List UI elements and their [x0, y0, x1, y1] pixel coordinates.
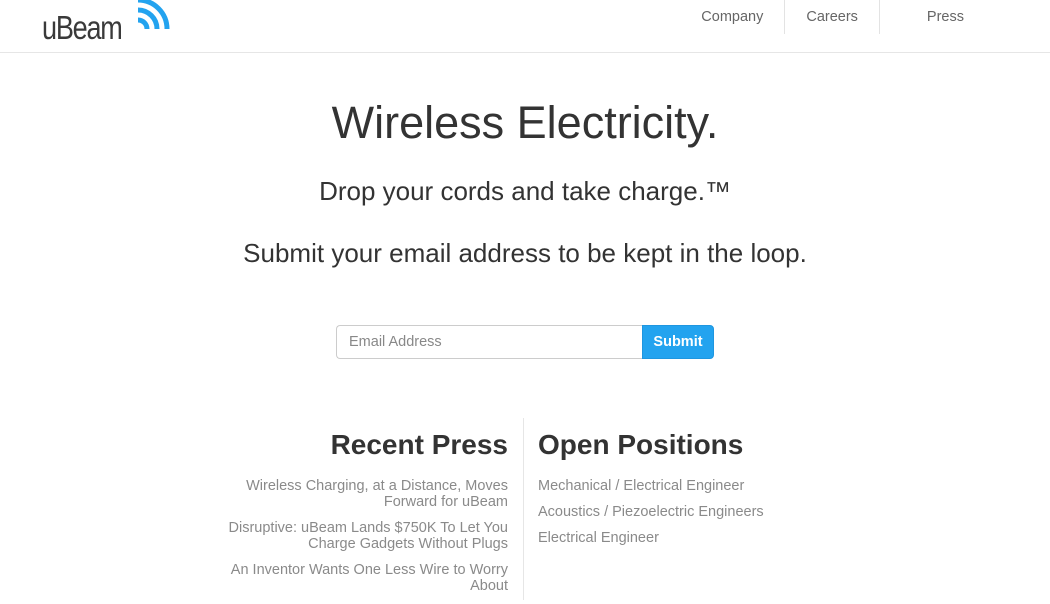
hero-title: Wireless Electricity.: [331, 97, 719, 148]
ubeam-logo[interactable]: uBeam: [42, 0, 182, 50]
position-link[interactable]: Mechanical / Electrical Engineer: [538, 478, 744, 494]
column-divider: [523, 418, 524, 600]
press-link[interactable]: An Inventor Wants One Less Wire to Worry…: [231, 562, 508, 594]
hero-subtitle: Submit your email address to be kept in …: [243, 238, 807, 268]
nav-company[interactable]: Company: [680, 0, 784, 34]
recent-press-section: Recent Press Wireless Charging, at a Dis…: [208, 426, 508, 604]
submit-button[interactable]: Submit: [642, 325, 714, 359]
open-positions-section: Open Positions Mechanical / Electrical E…: [538, 426, 858, 556]
press-link[interactable]: Wireless Charging, at a Distance, Moves …: [246, 478, 508, 510]
hero-tagline: Drop your cords and take charge.™: [319, 176, 731, 206]
position-item[interactable]: Electrical Engineer: [538, 530, 858, 546]
position-item[interactable]: Mechanical / Electrical Engineer: [538, 478, 858, 494]
email-input[interactable]: [336, 325, 642, 359]
position-link[interactable]: Acoustics / Piezoelectric Engineers: [538, 504, 764, 520]
position-link[interactable]: Electrical Engineer: [538, 530, 659, 546]
press-item[interactable]: An Inventor Wants One Less Wire to Worry…: [208, 562, 508, 594]
nav-press[interactable]: Press: [880, 0, 985, 34]
nav-careers[interactable]: Careers: [785, 0, 879, 34]
site-header: uBeam Company Careers Press: [0, 0, 1050, 53]
recent-press-heading: Recent Press: [330, 429, 508, 460]
wireless-waves-icon: [137, 0, 170, 30]
logo-wordmark: uBeam: [42, 9, 123, 46]
press-item[interactable]: Wireless Charging, at a Distance, Moves …: [208, 478, 508, 510]
main-nav: Company Careers Press: [680, 0, 985, 34]
positions-list: Mechanical / Electrical Engineer Acousti…: [538, 478, 858, 546]
email-signup-form: Submit: [336, 325, 714, 359]
position-item[interactable]: Acoustics / Piezoelectric Engineers: [538, 504, 858, 520]
open-positions-heading: Open Positions: [538, 429, 744, 460]
press-link[interactable]: Disruptive: uBeam Lands $750K To Let You…: [229, 520, 508, 552]
press-item[interactable]: Disruptive: uBeam Lands $750K To Let You…: [208, 520, 508, 552]
press-list: Wireless Charging, at a Distance, Moves …: [208, 478, 508, 594]
